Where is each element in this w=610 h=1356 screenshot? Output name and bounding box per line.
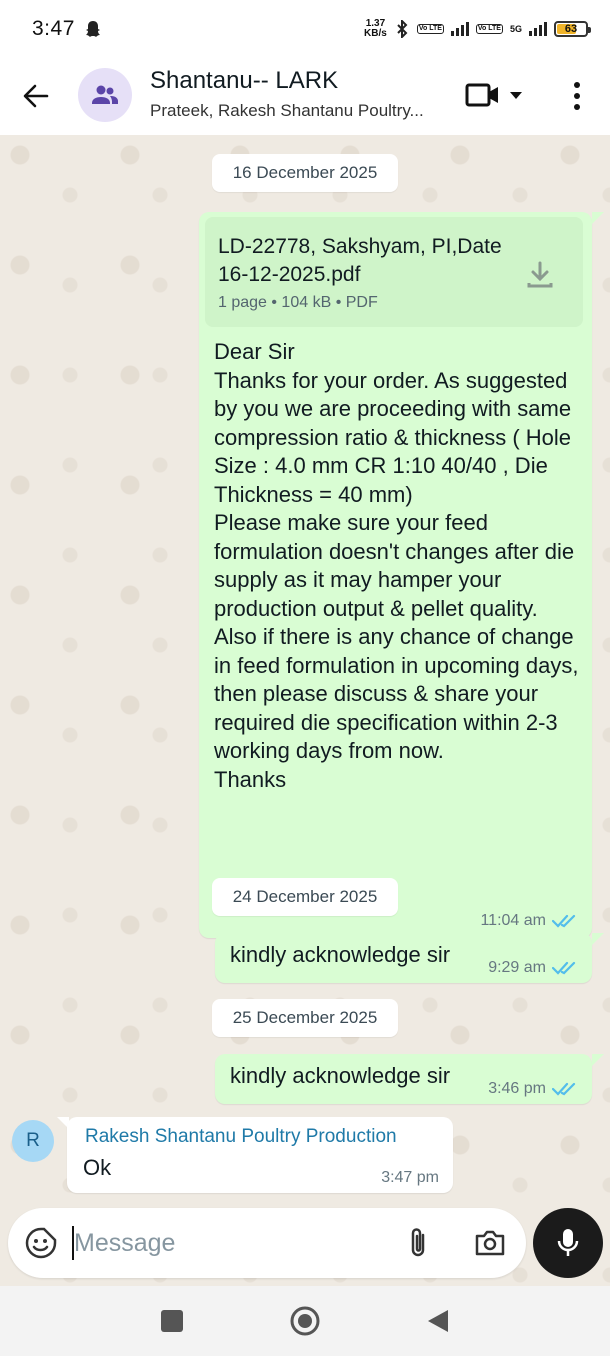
back-triangle-icon[interactable]: [426, 1308, 450, 1334]
document-attachment[interactable]: LD-22778, Sakshyam, PI,Date 16-12-2025.p…: [205, 217, 583, 327]
message-meta: 3:46 pm: [488, 1080, 578, 1098]
message-input[interactable]: [74, 1222, 384, 1264]
message-meta: 11:04 am: [480, 912, 578, 930]
mic-button[interactable]: [533, 1208, 603, 1278]
camera-icon[interactable]: [474, 1228, 506, 1258]
outgoing-message[interactable]: kindly acknowledge sir 9:29 am: [215, 933, 592, 983]
battery-level: 63: [564, 23, 578, 35]
message-text: kindly acknowledge sir: [230, 1063, 451, 1088]
message-meta: 9:29 am: [488, 959, 578, 977]
paperclip-icon[interactable]: [404, 1226, 434, 1260]
more-vert-icon[interactable]: [566, 80, 588, 112]
chat-area[interactable]: 16 December 2025 LD-22778, Sakshyam, PI,…: [0, 135, 610, 1285]
net-speed: 1.37 KB/s: [364, 18, 387, 39]
message-meta: 3:47 pm: [381, 1169, 439, 1187]
home-icon[interactable]: [289, 1305, 321, 1337]
arrow-left-icon[interactable]: [20, 80, 52, 112]
document-name: LD-22778, Sakshyam, PI,Date 16-12-2025.p…: [218, 235, 502, 286]
download-icon[interactable]: [525, 259, 555, 289]
date-chip: 24 December 2025: [212, 878, 398, 916]
chat-header: Shantanu-- LARK Prateek, Rakesh Shantanu…: [0, 58, 610, 135]
date-chip: 16 December 2025: [212, 154, 398, 192]
network-type: 5G: [509, 24, 522, 34]
volte-badge-1: Vo LTE: [416, 24, 444, 34]
message-time: 9:29 am: [488, 959, 546, 976]
bluetooth-icon: [397, 20, 408, 38]
document-meta: 1 page • 104 kB • PDF: [218, 294, 378, 311]
chat-title: Shantanu-- LARK: [150, 67, 339, 94]
battery-icon: 63: [554, 21, 591, 37]
group-icon: [92, 85, 118, 104]
message-text: Ok: [83, 1155, 112, 1180]
date-chip: 25 December 2025: [212, 999, 398, 1037]
bubble-tail: [592, 1054, 604, 1066]
double-check-icon: [552, 914, 576, 928]
message-text: Dear Sir Thanks for your order. As sugge…: [214, 339, 579, 792]
status-icons: 1.37 KB/s Vo LTE Vo LTE 5G 63: [364, 18, 591, 39]
bubble-tail: [592, 933, 604, 945]
message-text: kindly acknowledge sir: [230, 942, 451, 967]
double-check-icon: [552, 961, 576, 975]
system-nav-bar: [0, 1286, 610, 1356]
mic-icon: [557, 1229, 579, 1256]
outgoing-message[interactable]: LD-22778, Sakshyam, PI,Date 16-12-2025.p…: [199, 212, 592, 938]
group-avatar[interactable]: [78, 68, 132, 122]
chat-title-block[interactable]: Shantanu-- LARK Prateek, Rakesh Shantanu…: [150, 67, 450, 121]
sender-avatar[interactable]: R: [12, 1120, 54, 1162]
message-time: 11:04 am: [480, 912, 546, 929]
video-call-icon[interactable]: [465, 80, 501, 110]
double-check-icon: [552, 1082, 576, 1096]
volte-badge-2: Vo LTE: [475, 24, 503, 34]
message-composer: [8, 1208, 526, 1278]
signal-icon-2: [529, 22, 547, 36]
chevron-down-icon[interactable]: [508, 88, 524, 102]
sticker-icon[interactable]: [24, 1226, 58, 1260]
message-time: 3:47 pm: [381, 1169, 439, 1186]
chat-participants: Prateek, Rakesh Shantanu Poultry...: [150, 101, 424, 120]
outgoing-message[interactable]: kindly acknowledge sir 3:46 pm: [215, 1054, 592, 1104]
recents-icon[interactable]: [161, 1310, 183, 1332]
signal-icon-1: [450, 22, 469, 36]
status-bar: 3:47 1.37 KB/s Vo LTE Vo LTE 5G 63: [0, 0, 610, 58]
bubble-tail: [592, 212, 604, 224]
status-time: 3:47: [32, 17, 75, 40]
sender-name[interactable]: Rakesh Shantanu Poultry Production: [85, 1126, 397, 1148]
message-time: 3:46 pm: [488, 1080, 546, 1097]
incoming-message[interactable]: Rakesh Shantanu Poultry Production Ok 3:…: [67, 1117, 453, 1193]
snapchat-ghost-icon: [85, 21, 100, 37]
